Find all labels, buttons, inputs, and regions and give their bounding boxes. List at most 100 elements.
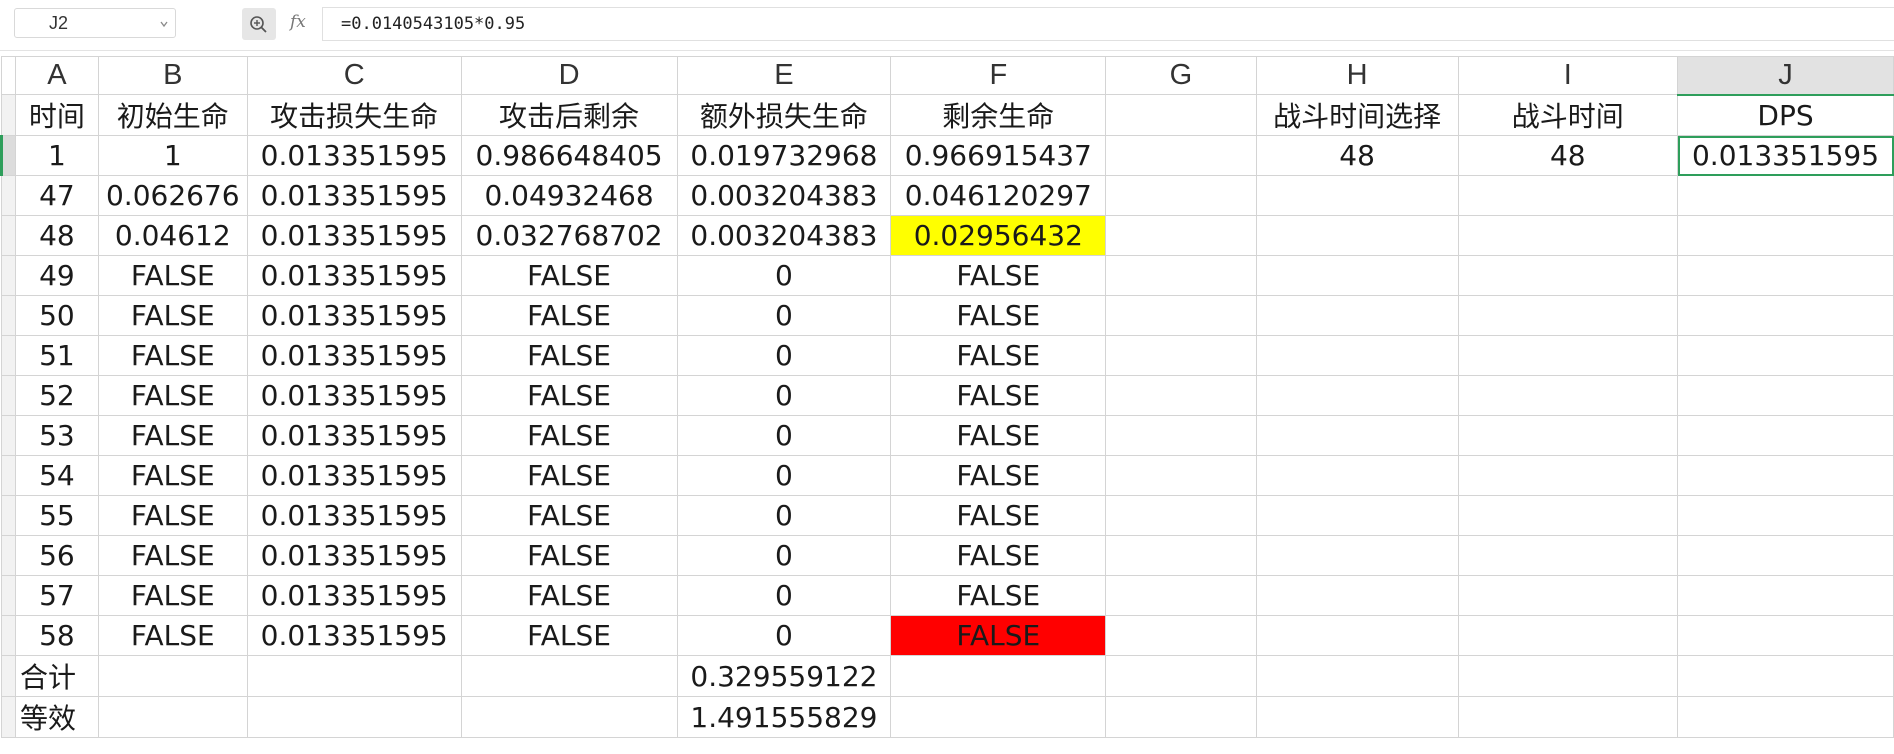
cell-j5[interactable] (1677, 255, 1894, 296)
row-header[interactable] (1, 375, 16, 416)
cell-f15[interactable] (890, 655, 1107, 697)
cell-h5[interactable] (1255, 255, 1459, 296)
cell-a9[interactable]: 53 (14, 415, 99, 456)
cell-h11[interactable] (1255, 495, 1459, 536)
cell-a14[interactable]: 58 (14, 615, 99, 656)
cell-g3[interactable] (1105, 175, 1257, 216)
cell-g9[interactable] (1105, 415, 1257, 456)
column-header-i[interactable]: I (1457, 56, 1679, 95)
row-header[interactable] (1, 495, 16, 536)
cell-h1[interactable]: 战斗时间选择 (1255, 94, 1459, 136)
cell-g2[interactable] (1105, 135, 1257, 176)
cell-f3[interactable]: 0.046120297 (890, 175, 1107, 216)
cell-j9[interactable] (1677, 415, 1894, 456)
cell-b8[interactable]: FALSE (97, 375, 248, 416)
cell-c1[interactable]: 攻击损失生命 (246, 94, 462, 136)
cell-i11[interactable] (1457, 495, 1679, 536)
cell-f12[interactable]: FALSE (890, 535, 1107, 576)
cell-a10[interactable]: 54 (14, 455, 99, 496)
cell-c5[interactable]: 0.013351595 (246, 255, 462, 296)
column-header-b[interactable]: B (97, 56, 248, 95)
column-header-f[interactable]: F (890, 56, 1107, 95)
cell-e16[interactable]: 1.491555829 (676, 696, 892, 738)
cell-g14[interactable] (1105, 615, 1257, 656)
name-box[interactable]: J2 (14, 8, 176, 38)
cell-j8[interactable] (1677, 375, 1894, 416)
cell-b13[interactable]: FALSE (97, 575, 248, 616)
cell-a15[interactable]: 合计 (14, 655, 99, 697)
cell-j15[interactable] (1677, 655, 1894, 697)
cell-f13[interactable]: FALSE (890, 575, 1107, 616)
cell-e12[interactable]: 0 (676, 535, 892, 576)
cell-j4[interactable] (1677, 215, 1894, 256)
cell-a8[interactable]: 52 (14, 375, 99, 416)
cell-i5[interactable] (1457, 255, 1679, 296)
cell-d11[interactable]: FALSE (460, 495, 678, 536)
chevron-down-icon[interactable] (159, 12, 169, 39)
cell-d3[interactable]: 0.04932468 (460, 175, 678, 216)
cell-i13[interactable] (1457, 575, 1679, 616)
row-header[interactable] (0, 135, 16, 176)
cell-i3[interactable] (1457, 175, 1679, 216)
cell-g5[interactable] (1105, 255, 1257, 296)
zoom-in-icon[interactable] (242, 8, 276, 40)
cell-e10[interactable]: 0 (676, 455, 892, 496)
cell-c3[interactable]: 0.013351595 (246, 175, 462, 216)
cell-g8[interactable] (1105, 375, 1257, 416)
cell-a13[interactable]: 57 (14, 575, 99, 616)
cell-i1[interactable]: 战斗时间 (1457, 94, 1679, 136)
cell-a2[interactable]: 1 (14, 135, 99, 176)
cell-b1[interactable]: 初始生命 (97, 94, 248, 136)
cell-b2[interactable]: 1 (97, 135, 248, 176)
row-header[interactable] (1, 615, 16, 656)
cell-c11[interactable]: 0.013351595 (246, 495, 462, 536)
column-header-d[interactable]: D (460, 56, 678, 95)
cell-b4[interactable]: 0.04612 (97, 215, 248, 256)
cell-d9[interactable]: FALSE (460, 415, 678, 456)
cell-i10[interactable] (1457, 455, 1679, 496)
cell-c7[interactable]: 0.013351595 (246, 335, 462, 376)
cell-h8[interactable] (1255, 375, 1459, 416)
cell-h16[interactable] (1255, 696, 1459, 738)
cell-h15[interactable] (1255, 655, 1459, 697)
cell-c4[interactable]: 0.013351595 (246, 215, 462, 256)
cell-e8[interactable]: 0 (676, 375, 892, 416)
cell-h4[interactable] (1255, 215, 1459, 256)
cell-e14[interactable]: 0 (676, 615, 892, 656)
cell-e15[interactable]: 0.329559122 (676, 655, 892, 697)
cell-a16[interactable]: 等效 (14, 696, 99, 738)
cell-g7[interactable] (1105, 335, 1257, 376)
cell-g11[interactable] (1105, 495, 1257, 536)
cell-d12[interactable]: FALSE (460, 535, 678, 576)
cell-e9[interactable]: 0 (676, 415, 892, 456)
row-header[interactable] (1, 655, 16, 697)
cell-d10[interactable]: FALSE (460, 455, 678, 496)
cell-b11[interactable]: FALSE (97, 495, 248, 536)
column-header-c[interactable]: C (246, 56, 462, 95)
cell-i6[interactable] (1457, 295, 1679, 336)
cell-d14[interactable]: FALSE (460, 615, 678, 656)
cell-b15[interactable] (97, 655, 248, 697)
cell-c15[interactable] (246, 655, 462, 697)
cell-i4[interactable] (1457, 215, 1679, 256)
cell-f16[interactable] (890, 696, 1107, 738)
cell-d6[interactable]: FALSE (460, 295, 678, 336)
cell-h13[interactable] (1255, 575, 1459, 616)
cell-c8[interactable]: 0.013351595 (246, 375, 462, 416)
column-header-a[interactable]: A (14, 56, 99, 95)
cell-j7[interactable] (1677, 335, 1894, 376)
cell-j14[interactable] (1677, 615, 1894, 656)
cell-j2[interactable]: 0.013351595 (1677, 135, 1894, 176)
cell-i14[interactable] (1457, 615, 1679, 656)
row-header[interactable] (1, 255, 16, 296)
cell-g13[interactable] (1105, 575, 1257, 616)
cell-e13[interactable]: 0 (676, 575, 892, 616)
cell-a5[interactable]: 49 (14, 255, 99, 296)
cell-f4[interactable]: 0.02956432 (890, 215, 1107, 256)
cell-j3[interactable] (1677, 175, 1894, 216)
cell-b16[interactable] (97, 696, 248, 738)
cell-d4[interactable]: 0.032768702 (460, 215, 678, 256)
cell-d5[interactable]: FALSE (460, 255, 678, 296)
cell-b10[interactable]: FALSE (97, 455, 248, 496)
cell-a12[interactable]: 56 (14, 535, 99, 576)
